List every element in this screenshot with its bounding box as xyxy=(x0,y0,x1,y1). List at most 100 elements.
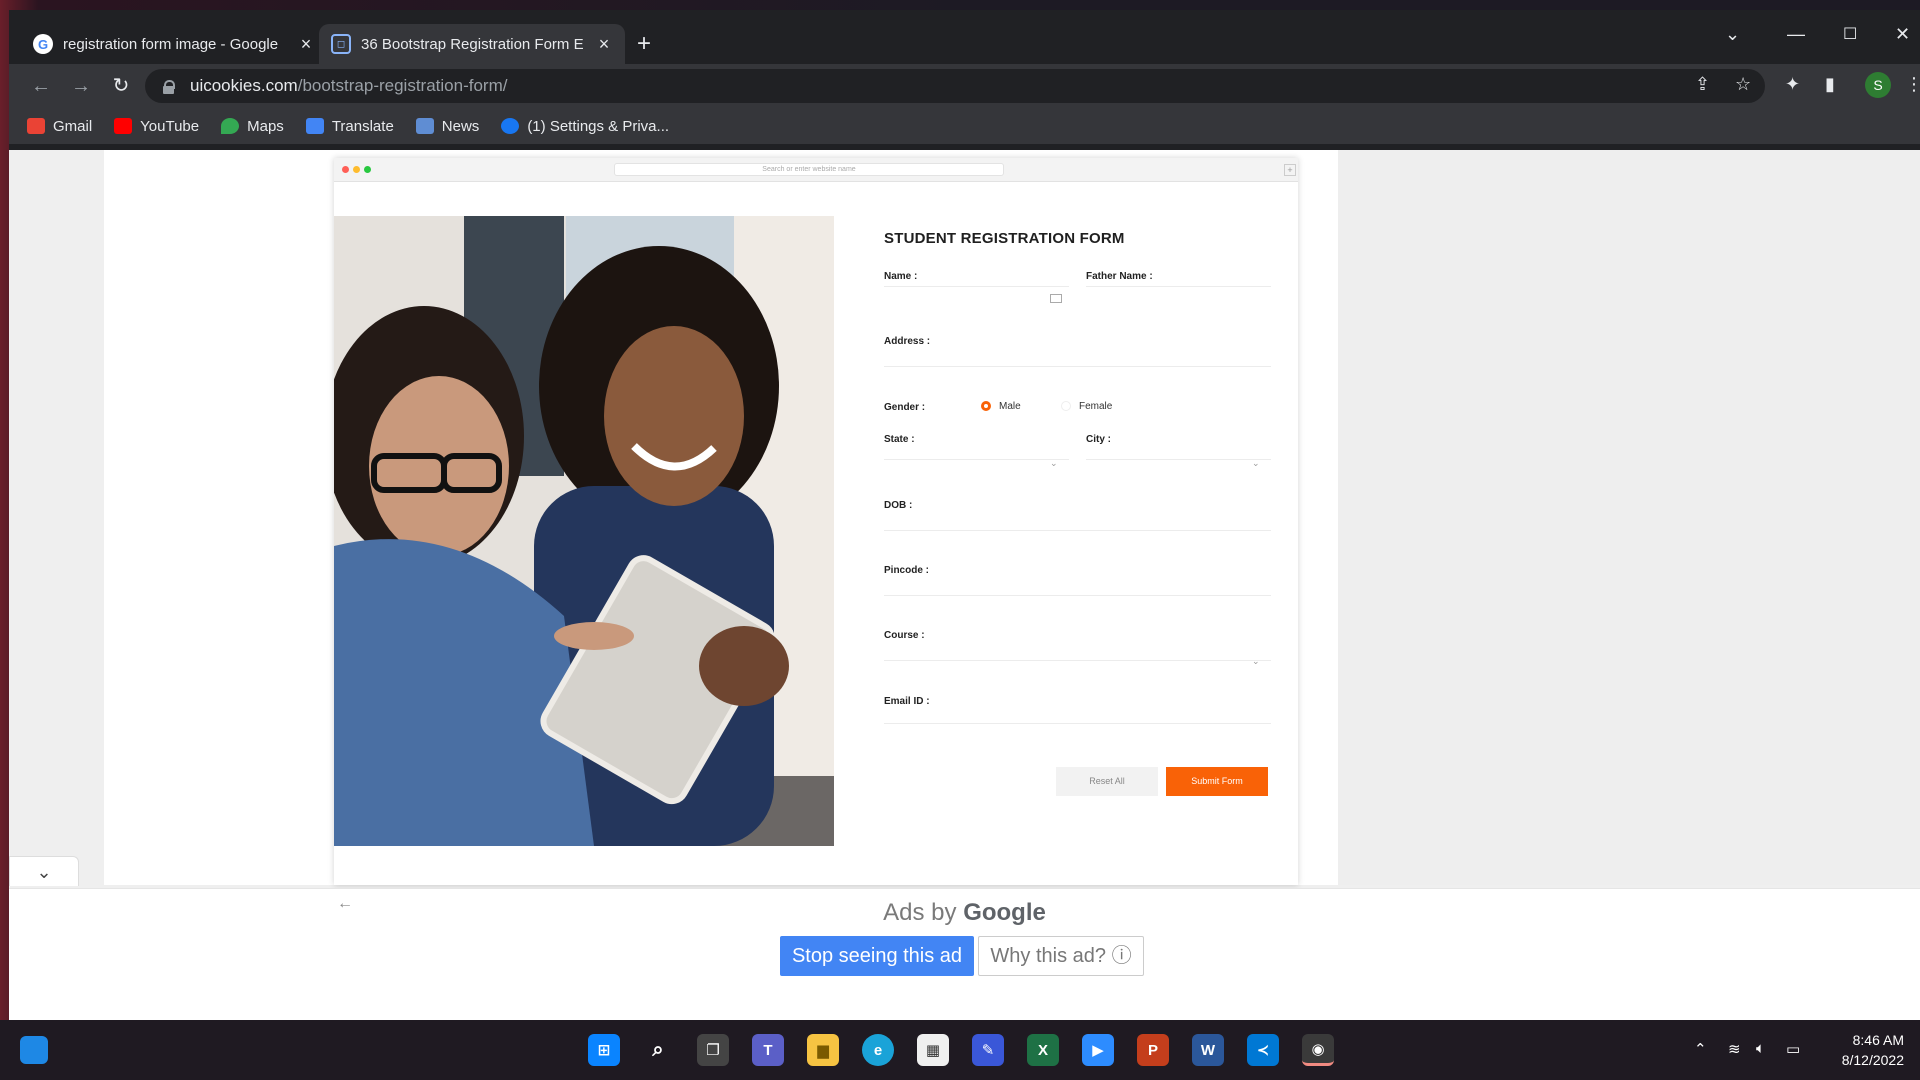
extensions-icon[interactable]: ✦ xyxy=(1785,74,1800,95)
wifi-icon[interactable]: ≋ xyxy=(1728,1040,1741,1058)
menu-icon[interactable]: ⋮ xyxy=(1905,74,1920,95)
chrome-icon[interactable]: ◉ xyxy=(1302,1034,1334,1066)
url-path: /bootstrap-registration-form/ xyxy=(297,76,508,95)
state-select[interactable] xyxy=(884,459,1069,460)
bookmark-gmail[interactable]: Gmail xyxy=(27,118,92,135)
chevron-down-icon: ⌄ xyxy=(1252,656,1260,666)
close-tab-icon[interactable]: × xyxy=(595,34,613,55)
address-bar[interactable]: uicookies.com/bootstrap-registration-for… xyxy=(145,69,1765,103)
bookmark-facebook[interactable]: (1) Settings & Priva... xyxy=(501,118,669,135)
city-select[interactable] xyxy=(1086,459,1271,460)
mock-close-dot xyxy=(342,166,349,173)
bookmark-youtube[interactable]: YouTube xyxy=(114,118,199,135)
submit-button[interactable]: Submit Form xyxy=(1166,767,1268,796)
autofill-card-icon[interactable] xyxy=(1050,294,1062,303)
state-label: State : xyxy=(884,434,915,445)
bookmark-label: (1) Settings & Priva... xyxy=(527,117,670,135)
back-button[interactable]: ← xyxy=(27,72,55,100)
bookmark-label: Gmail xyxy=(53,117,93,135)
facebook-icon xyxy=(501,118,520,134)
stop-seeing-ad-button[interactable]: Stop seeing this ad xyxy=(780,936,974,976)
gender-female-radio[interactable] xyxy=(1061,401,1071,411)
chevron-down-icon: ⌄ xyxy=(1252,458,1260,468)
tab-strip: G registration form image - Google × ◻ 3… xyxy=(9,10,1920,64)
collapse-ad-button[interactable]: ⌄ xyxy=(9,856,79,886)
clock-date: 8/12/2022 xyxy=(1841,1052,1904,1068)
tab-search-icon[interactable]: ⌄ xyxy=(1725,24,1740,45)
search-icon[interactable]: ⌕ xyxy=(642,1034,674,1066)
bookmark-star-icon[interactable]: ☆ xyxy=(1735,74,1751,95)
youtube-icon xyxy=(114,118,133,134)
bookmark-translate[interactable]: Translate xyxy=(305,117,394,135)
mock-search-bar: Search or enter website name xyxy=(614,163,1004,176)
browser-toolbar: ← → ↻ uicookies.com/bootstrap-registrati… xyxy=(9,64,1920,108)
battery-icon[interactable]: ▭ xyxy=(1786,1040,1800,1058)
teams-icon[interactable]: T xyxy=(752,1034,784,1066)
reload-button[interactable]: ↻ xyxy=(107,72,135,100)
dob-input[interactable] xyxy=(884,530,1271,531)
close-window-button[interactable]: ✕ xyxy=(1895,24,1910,45)
bookmarks-bar: Gmail YouTube Maps Translate News (1) Se… xyxy=(9,108,1920,144)
pincode-label: Pincode : xyxy=(884,565,930,576)
page-right-area xyxy=(1338,150,1920,885)
browser-window: G registration form image - Google × ◻ 3… xyxy=(9,10,1920,1020)
bookmark-label: News xyxy=(441,117,480,135)
gmail-icon xyxy=(27,118,45,134)
show-hidden-icons[interactable]: ⌃ xyxy=(1694,1040,1707,1058)
ad-footer: ← Ads by Google Stop seeing this ad Why … xyxy=(9,888,1920,1020)
bookmark-maps[interactable]: Maps xyxy=(221,118,284,135)
gender-male-radio[interactable] xyxy=(981,401,991,411)
vscode-icon[interactable]: ≺ xyxy=(1247,1034,1279,1066)
ads-by-google: Ads by Google xyxy=(9,899,1920,927)
share-icon[interactable]: ⇪ xyxy=(1695,74,1710,95)
name-input[interactable] xyxy=(884,286,1069,287)
chevron-down-icon: ⌄ xyxy=(1050,458,1058,468)
bookmark-news[interactable]: News xyxy=(415,117,480,135)
store-icon[interactable]: ▦ xyxy=(917,1034,949,1066)
student-teacher-photo xyxy=(334,216,834,846)
edge-icon[interactable]: e xyxy=(862,1034,894,1066)
profile-avatar[interactable]: S xyxy=(1865,72,1891,98)
form-preview-image: Search or enter website name + STUDENT R… xyxy=(334,158,1298,885)
widgets-icon[interactable] xyxy=(20,1036,48,1064)
url-host: uicookies.com xyxy=(190,76,298,95)
excel-icon[interactable]: X xyxy=(1027,1034,1059,1066)
notepad-icon[interactable]: ✎ xyxy=(972,1034,1004,1066)
email-input[interactable] xyxy=(884,723,1271,724)
minimize-button[interactable]: — xyxy=(1787,24,1805,45)
volume-icon[interactable]: 🔈︎ xyxy=(1756,1040,1765,1057)
zoom-icon[interactable]: ▶ xyxy=(1082,1034,1114,1066)
side-panel-icon[interactable]: ▮ xyxy=(1825,74,1835,95)
page-viewport: Search or enter website name + STUDENT R… xyxy=(9,150,1920,1020)
father-name-input[interactable] xyxy=(1086,286,1271,287)
bookmark-label: Translate xyxy=(331,117,394,135)
system-clock[interactable]: 8:46 AM 8/12/2022 xyxy=(1828,1030,1904,1070)
gender-female-label: Female xyxy=(1079,401,1113,412)
page-content: Search or enter website name + STUDENT R… xyxy=(104,150,1338,885)
google-logo: Google xyxy=(963,899,1046,926)
file-explorer-icon[interactable]: ▆ xyxy=(807,1034,839,1066)
form-title: STUDENT REGISTRATION FORM xyxy=(884,230,1125,247)
city-label: City : xyxy=(1086,434,1111,445)
windows-taskbar: ⊞ ⌕ ❐ T ▆ e ▦ ✎ X ▶ P W ≺ ◉ ⌃ ≋ 🔈︎ ▭ 8:4… xyxy=(0,1020,1920,1080)
chevron-down-icon: ⌄ xyxy=(36,862,52,882)
task-view-icon[interactable]: ❐ xyxy=(697,1034,729,1066)
word-icon[interactable]: W xyxy=(1192,1034,1224,1066)
address-label: Address : xyxy=(884,336,931,347)
close-tab-icon[interactable]: × xyxy=(297,34,315,55)
new-tab-button[interactable]: + xyxy=(637,32,651,56)
reset-button[interactable]: Reset All xyxy=(1056,767,1158,796)
course-select[interactable] xyxy=(884,660,1271,661)
tab-google-search[interactable]: G registration form image - Google × xyxy=(21,24,327,64)
powerpoint-icon[interactable]: P xyxy=(1137,1034,1169,1066)
address-input[interactable] xyxy=(884,366,1271,367)
photo-illustration xyxy=(334,216,834,846)
maximize-button[interactable]: ☐ xyxy=(1843,24,1857,44)
forward-button[interactable]: → xyxy=(67,72,95,100)
mock-browser-bar: Search or enter website name + xyxy=(334,158,1298,182)
tab-uicookies[interactable]: ◻ 36 Bootstrap Registration Form E × xyxy=(319,24,625,64)
start-icon[interactable]: ⊞ xyxy=(588,1034,620,1066)
bookmark-label: Maps xyxy=(247,117,284,135)
why-this-ad-button[interactable]: Why this ad? ⓘ xyxy=(978,936,1144,976)
pincode-input[interactable] xyxy=(884,595,1271,596)
